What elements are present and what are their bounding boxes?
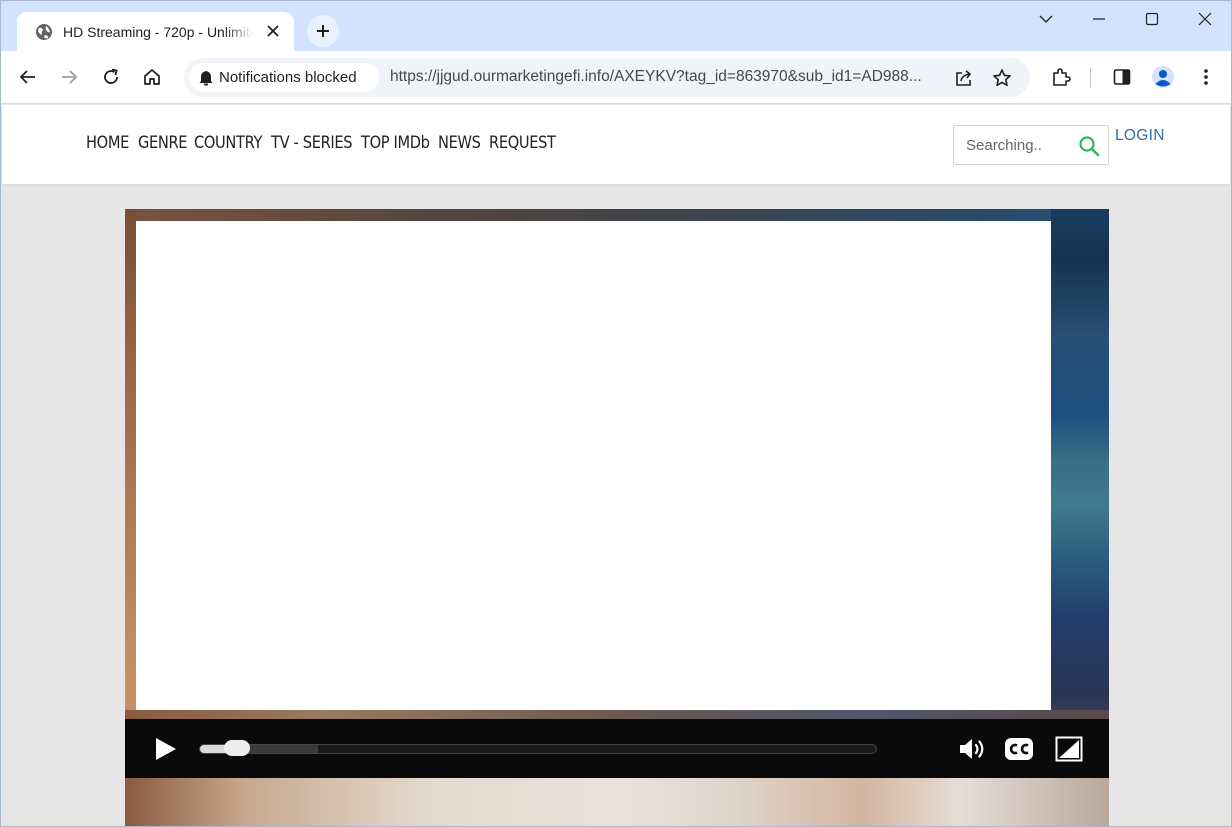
tab-search-icon[interactable] xyxy=(1034,7,1058,31)
video-player[interactable] xyxy=(125,209,1109,826)
search-box xyxy=(953,125,1109,165)
bookmark-star-icon[interactable] xyxy=(990,66,1014,90)
fullscreen-icon[interactable] xyxy=(1054,734,1084,764)
nav-genre[interactable]: GENRE xyxy=(138,133,188,153)
more-menu-icon[interactable] xyxy=(1193,64,1219,90)
browser-window: HD Streaming - 720p - Unlimited Notifica… xyxy=(0,0,1232,827)
plus-icon xyxy=(317,25,329,37)
globe-icon xyxy=(35,23,53,41)
back-icon[interactable] xyxy=(15,64,41,90)
video-overlay-panel[interactable] xyxy=(136,221,1051,710)
player-controls xyxy=(125,719,1109,778)
extensions-icon[interactable] xyxy=(1048,64,1074,90)
nav-tv-series[interactable]: TV - SERIES xyxy=(271,133,353,153)
blurred-thumbnail-lower xyxy=(125,778,1109,826)
site-header: HOME GENRE COUNTRY TV - SERIES TOP IMDb … xyxy=(2,105,1230,185)
play-icon[interactable] xyxy=(151,735,179,763)
share-icon[interactable] xyxy=(952,66,976,90)
notifications-blocked-label: Notifications blocked xyxy=(219,69,357,86)
nav-news[interactable]: NEWS xyxy=(438,133,481,153)
progress-played xyxy=(200,745,228,753)
minimize-icon[interactable] xyxy=(1087,7,1111,31)
nav-country[interactable]: COUNTRY xyxy=(194,133,262,153)
url-text[interactable]: https://jjgud.ourmarketingefi.info/AXEYK… xyxy=(390,68,945,86)
profile-avatar-icon[interactable] xyxy=(1150,64,1176,90)
home-icon[interactable] xyxy=(139,64,165,90)
progress-handle[interactable] xyxy=(224,740,251,756)
bell-icon xyxy=(199,70,213,86)
reload-icon[interactable] xyxy=(98,64,124,90)
address-bar[interactable]: Notifications blocked https://jjgud.ourm… xyxy=(184,58,1030,97)
nav-top-imdb[interactable]: TOP IMDb xyxy=(361,133,430,153)
close-tab-icon[interactable] xyxy=(266,24,280,38)
main-nav: HOME GENRE COUNTRY TV - SERIES TOP IMDb … xyxy=(86,133,556,153)
blurred-thumbnail-edge xyxy=(125,209,1109,221)
maximize-icon[interactable] xyxy=(1140,7,1164,31)
close-window-icon[interactable] xyxy=(1193,7,1217,31)
browser-toolbar: Notifications blocked https://jjgud.ourm… xyxy=(1,51,1231,104)
side-panel-icon[interactable] xyxy=(1109,64,1135,90)
closed-captions-icon[interactable] xyxy=(1004,734,1034,764)
browser-tab[interactable]: HD Streaming - 720p - Unlimited xyxy=(17,12,294,51)
blurred-thumbnail-edge xyxy=(1051,209,1109,719)
nav-request[interactable]: REQUEST xyxy=(489,133,556,153)
tab-title: HD Streaming - 720p - Unlimited xyxy=(63,23,253,40)
new-tab-button[interactable] xyxy=(307,15,339,47)
progress-bar[interactable] xyxy=(199,744,877,754)
nav-home[interactable]: HOME xyxy=(86,133,129,153)
volume-icon[interactable] xyxy=(958,734,988,764)
search-icon[interactable] xyxy=(1078,135,1100,157)
login-link[interactable]: LOGIN xyxy=(1115,127,1165,145)
toolbar-divider xyxy=(1090,68,1091,88)
notifications-blocked-chip[interactable]: Notifications blocked xyxy=(189,63,379,92)
search-input[interactable] xyxy=(966,135,1076,155)
forward-icon[interactable] xyxy=(56,64,82,90)
tab-strip: HD Streaming - 720p - Unlimited xyxy=(1,1,1231,51)
